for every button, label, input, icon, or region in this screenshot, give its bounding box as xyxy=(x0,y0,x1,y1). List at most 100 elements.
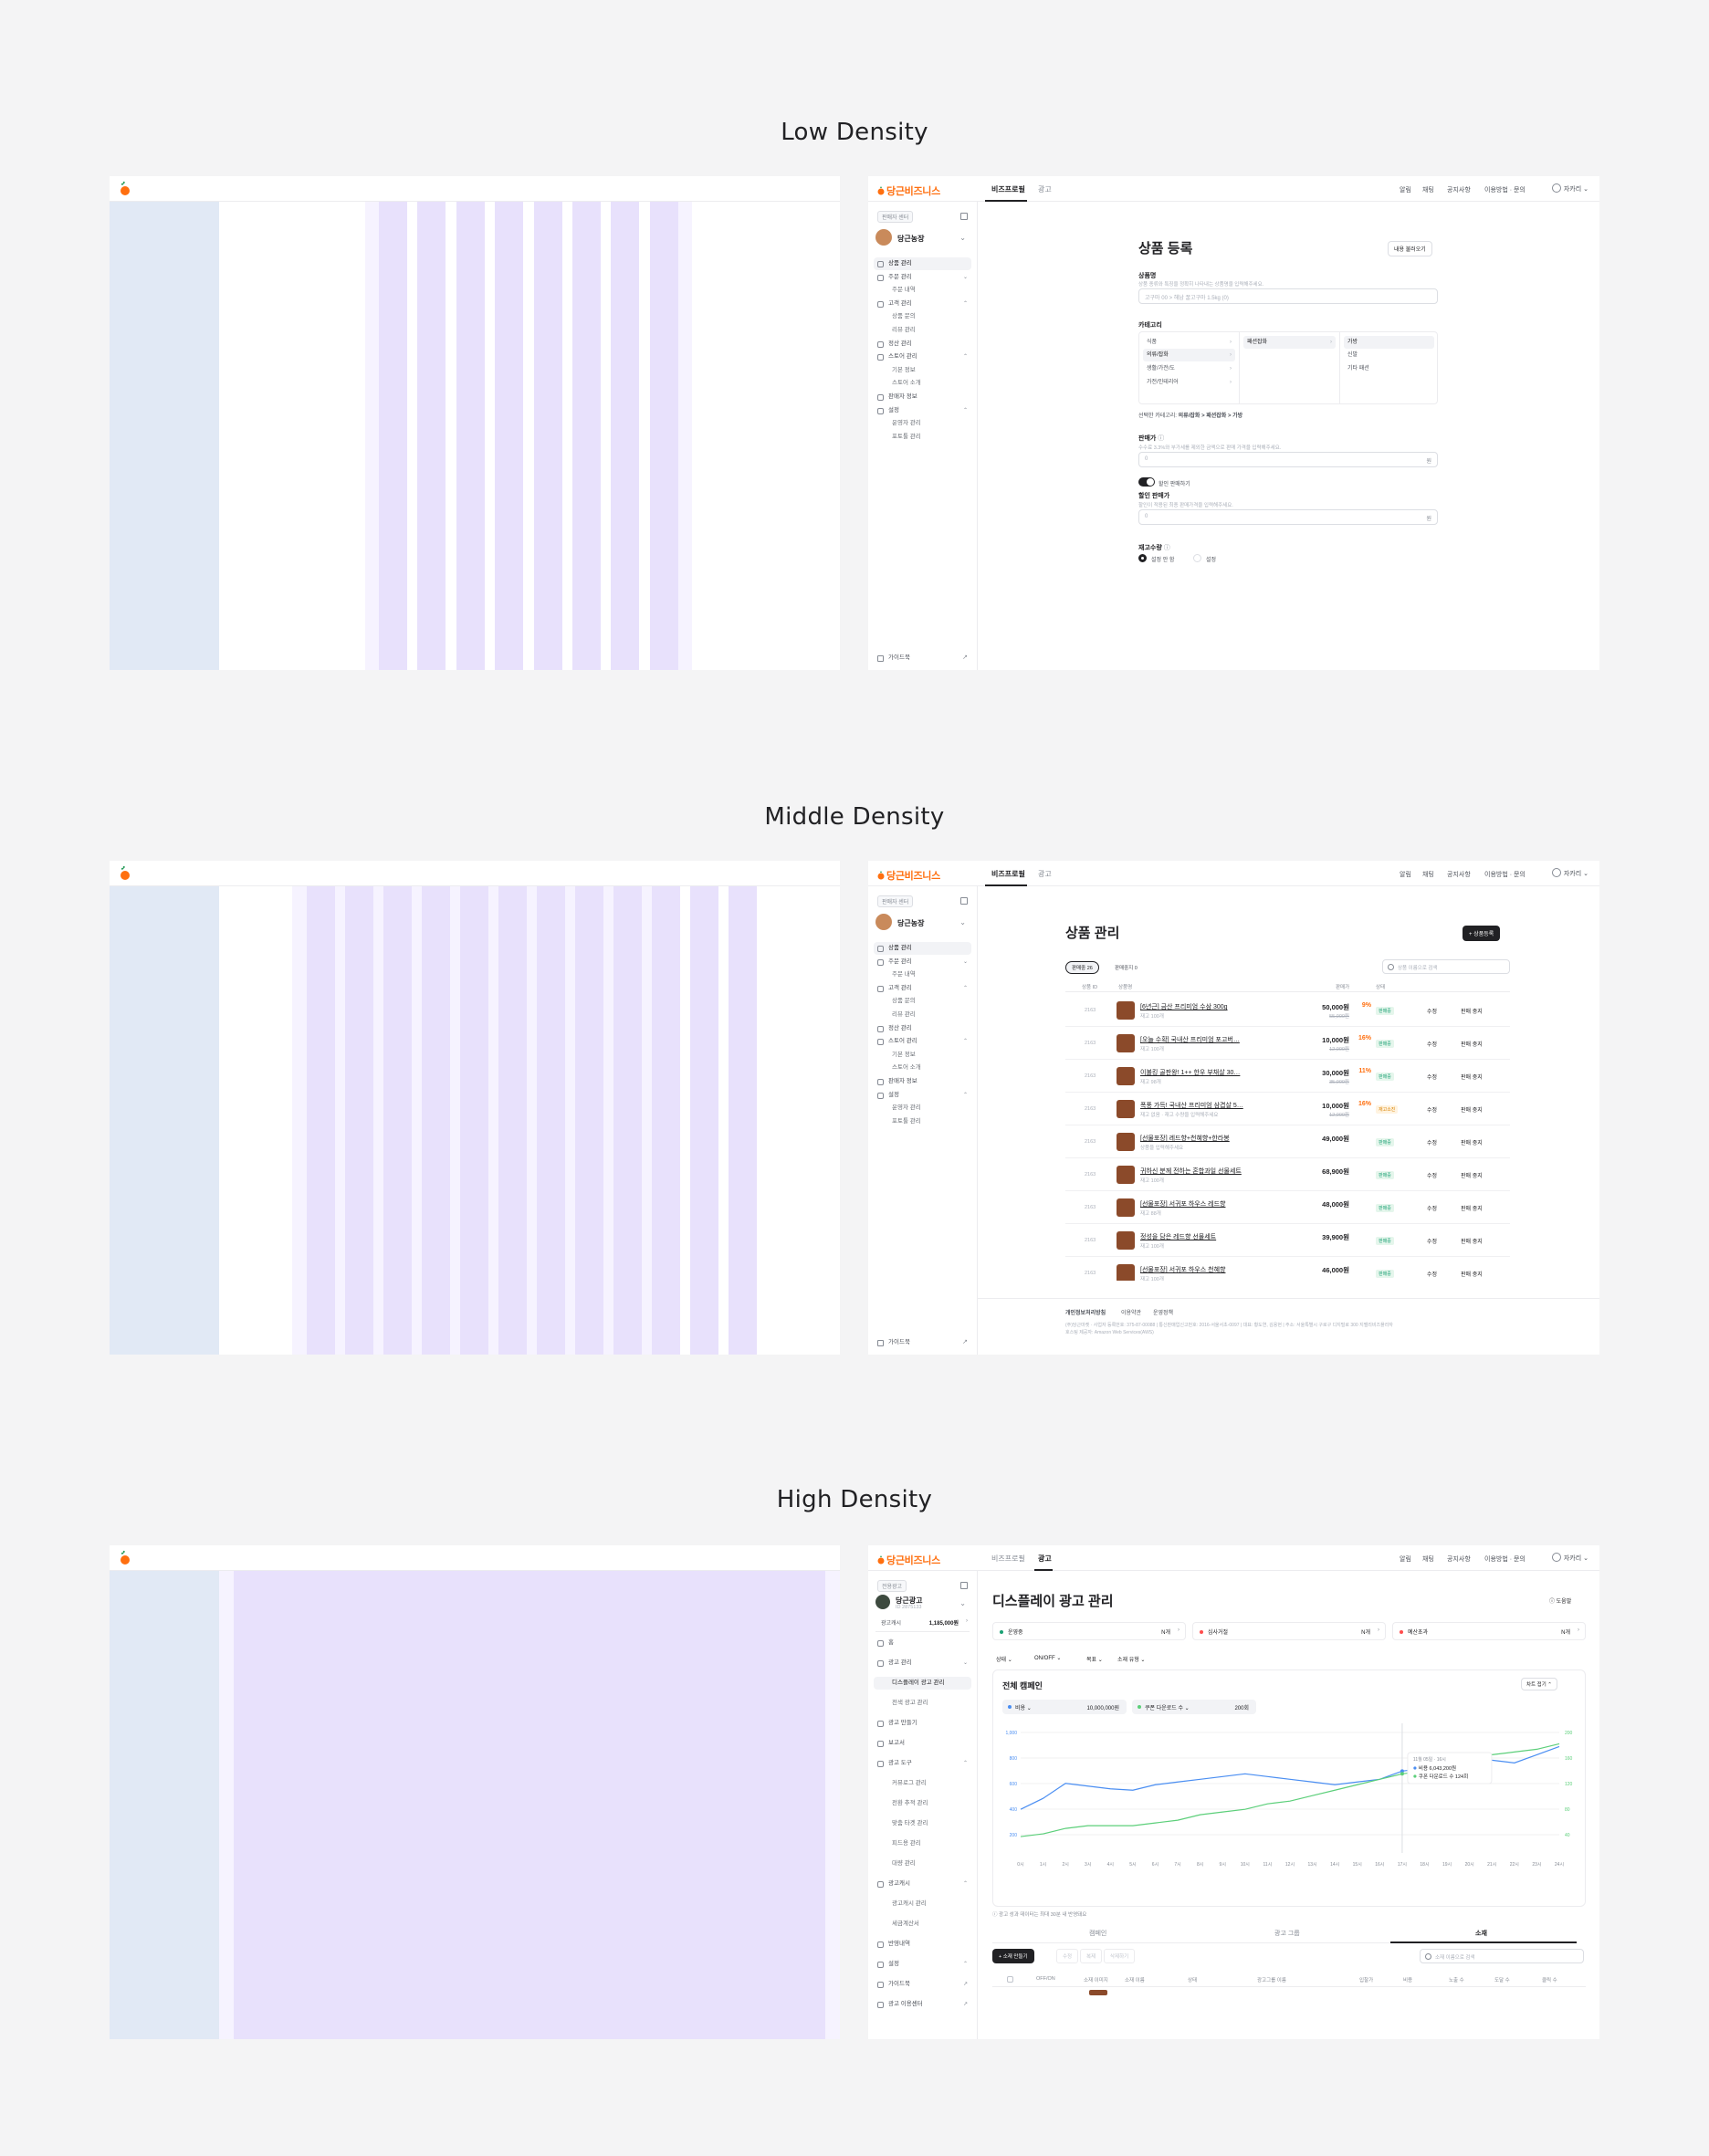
line-chart[interactable]: 1,000 200 800 160 600 120 400 80 200 40 0시 1시 2시 3시 4시… xyxy=(993,1716,1587,1908)
brand-logo[interactable]: 당근비즈니스 xyxy=(877,868,940,883)
delete-button[interactable]: 삭제하기 xyxy=(1104,1949,1136,1963)
category-item[interactable]: 기타 패션 xyxy=(1344,362,1434,375)
tab-bizprofile[interactable]: 비즈프로필 xyxy=(991,1554,1025,1564)
nav-alarm[interactable]: 알림 xyxy=(1400,870,1411,879)
sidebar-item[interactable]: 상품 관리 xyxy=(874,257,971,270)
create-creative-button[interactable]: + 소재 만들기 xyxy=(992,1949,1034,1963)
edit-button[interactable]: 수정 xyxy=(1427,1007,1437,1015)
sidebar-item[interactable]: 스토어 소개 xyxy=(874,377,971,390)
category-item[interactable]: 가방 xyxy=(1344,336,1434,349)
kpi-over-budget[interactable]: 예산초과 N개 › xyxy=(1392,1622,1586,1640)
edit-button[interactable]: 수정 xyxy=(1427,1073,1437,1081)
tab-campaign[interactable]: 캠페인 xyxy=(1089,1929,1106,1938)
sidebar-item[interactable]: 정산 관리 xyxy=(874,338,971,351)
nav-alarm[interactable]: 알림 xyxy=(1400,185,1411,194)
product-name-link[interactable]: [6년근] 금산 프리미엄 수삼 300g xyxy=(1140,1002,1228,1011)
sidebar-item[interactable]: 전색 광고 관리 xyxy=(874,1697,971,1710)
column-header[interactable]: 입찰가 xyxy=(1359,1976,1373,1983)
column-header[interactable]: 소재 이름 xyxy=(1125,1976,1145,1983)
sidebar-item[interactable]: 스토어 관리 ⌃ xyxy=(874,351,971,363)
sidebar-guide[interactable]: 가이드북 ↗ xyxy=(874,652,971,665)
help-button[interactable]: ⓘ 도움말 xyxy=(1549,1596,1571,1605)
sidebar-item[interactable]: 상품 문의 xyxy=(874,995,971,1008)
sidebar-item[interactable]: 고객 관리 ⌃ xyxy=(874,982,971,995)
nav-notice[interactable]: 공지사항 xyxy=(1447,1554,1471,1564)
sidebar-item[interactable]: 운영자 관리 xyxy=(874,417,971,430)
tab-on-sale[interactable]: 판매중 26 xyxy=(1065,961,1099,974)
ad-cash[interactable]: 광고캐시 1,185,000원 › xyxy=(881,1618,968,1627)
filter-status[interactable]: 상태 ⌄ xyxy=(996,1655,1012,1663)
sidebar-guide[interactable]: 가이드북 ↗ xyxy=(874,1336,971,1349)
product-name-link[interactable]: 귀하신 분께 전하는 혼합과일 선물세트 xyxy=(1140,1167,1242,1176)
sidebar-item[interactable]: 스토어 소개 xyxy=(874,1062,971,1074)
sidebar-item[interactable]: 스토어 관리 ⌃ xyxy=(874,1035,971,1048)
sidebar-item[interactable]: 세금계산서 xyxy=(874,1918,971,1931)
stop-sale-button[interactable]: 판매 중지 xyxy=(1461,1171,1483,1179)
category-item[interactable]: 식품 › xyxy=(1143,336,1235,349)
sidebar-item[interactable]: 설정 ⌃ xyxy=(874,1089,971,1102)
kpi-rejected[interactable]: 심사거절 N개 › xyxy=(1192,1622,1386,1640)
sidebar-collapse-icon[interactable] xyxy=(960,1582,968,1589)
nav-help[interactable]: 이용방법 · 문의 xyxy=(1484,185,1526,194)
sidebar-item[interactable]: 상품 문의 xyxy=(874,310,971,323)
nav-chat[interactable]: 채팅 xyxy=(1422,870,1434,879)
sidebar-item[interactable]: 리뷰 관리 xyxy=(874,324,971,337)
category-item[interactable]: 생활/가전/도 › xyxy=(1143,362,1235,375)
footer-link-terms[interactable]: 이용약관 xyxy=(1121,1308,1141,1316)
sidebar-item[interactable]: 디스플레이 광고 관리 xyxy=(874,1677,971,1690)
stock-radio-off[interactable] xyxy=(1138,554,1147,562)
tab-ads[interactable]: 광고 xyxy=(1038,1554,1052,1564)
edit-button[interactable]: 수정 xyxy=(1056,1949,1079,1963)
creative-search-input[interactable]: 소재 이름으로 검색 xyxy=(1420,1949,1584,1963)
chart-collapse-button[interactable]: 차트 접기 ⌃ xyxy=(1521,1678,1557,1690)
sidebar-item[interactable]: 반영내역 xyxy=(874,1938,971,1951)
sidebar-item[interactable]: 커뮤로그 관리 xyxy=(874,1777,971,1790)
sidebar-item[interactable]: 대량 관리 xyxy=(874,1858,971,1870)
sidebar-item[interactable]: 정산 관리 xyxy=(874,1022,971,1035)
tab-bizprofile[interactable]: 비즈프로필 xyxy=(991,184,1025,194)
sidebar-item[interactable]: 주문 관리 ⌄ xyxy=(874,271,971,284)
sidebar-item[interactable]: 설정 ⌃ xyxy=(874,404,971,417)
sidebar-item[interactable]: 기본 정보 xyxy=(874,364,971,377)
tab-ads[interactable]: 광고 xyxy=(1038,869,1052,879)
nav-help[interactable]: 이용방법 · 문의 xyxy=(1484,1554,1526,1564)
edit-button[interactable]: 수정 xyxy=(1427,1237,1437,1245)
stock-radio-on[interactable] xyxy=(1193,554,1201,562)
sidebar-item[interactable]: 설정 ⌃ xyxy=(874,1958,971,1971)
footer-link-policy[interactable]: 운영정책 xyxy=(1153,1308,1173,1316)
footer-link-privacy[interactable]: 개인정보처리방침 xyxy=(1065,1308,1106,1316)
nav-notice[interactable]: 공지사항 xyxy=(1447,870,1471,879)
nav-notice[interactable]: 공지사항 xyxy=(1447,185,1471,194)
user-menu[interactable]: 자카리 ⌄ xyxy=(1551,1553,1588,1563)
sidebar-item[interactable]: 보고서 xyxy=(874,1737,971,1750)
nav-chat[interactable]: 채팅 xyxy=(1422,185,1434,194)
column-header[interactable]: 도달 수 xyxy=(1494,1976,1510,1983)
sidebar-item[interactable]: 판매자 정보 xyxy=(874,391,971,403)
column-header[interactable]: 소재 이미지 xyxy=(1084,1976,1108,1983)
discount-input[interactable]: 0원 xyxy=(1138,509,1438,525)
discount-toggle[interactable] xyxy=(1138,477,1155,487)
sidebar-item[interactable]: 리뷰 관리 xyxy=(874,1009,971,1021)
metric-coupon[interactable]: 쿠폰 다운로드 수 ⌄ 200회 xyxy=(1132,1700,1256,1714)
stop-sale-button[interactable]: 판매 중지 xyxy=(1461,1105,1483,1114)
sidebar-item[interactable]: 상품 관리 xyxy=(874,942,971,955)
sidebar-item[interactable]: 피드용 관리 xyxy=(874,1837,971,1850)
tab-bizprofile[interactable]: 비즈프로필 xyxy=(991,869,1025,879)
brand-logo[interactable]: 당근비즈니스 xyxy=(877,183,940,198)
tab-adgroup[interactable]: 광고 그룹 xyxy=(1274,1929,1300,1938)
edit-button[interactable]: 수정 xyxy=(1427,1040,1437,1048)
tab-ads[interactable]: 광고 xyxy=(1038,184,1052,194)
name-input[interactable]: 고구마 00 > 해남 꿀고구마 1.5kg (0) xyxy=(1138,288,1438,304)
stop-sale-button[interactable]: 판매 중지 xyxy=(1461,1204,1483,1212)
column-header[interactable]: 상태 xyxy=(1188,1976,1197,1983)
sidebar-item[interactable]: 포토툴 관리 xyxy=(874,1115,971,1128)
column-header[interactable]: 비용 xyxy=(1403,1976,1412,1983)
sidebar-item[interactable]: 전환 추적 관리 xyxy=(874,1797,971,1810)
product-name-link[interactable]: [선물포장] 서귀포 하우스 레드향 xyxy=(1140,1199,1225,1209)
edit-button[interactable]: 수정 xyxy=(1427,1204,1437,1212)
edit-button[interactable]: 수정 xyxy=(1427,1171,1437,1179)
sidebar-item[interactable]: 기본 정보 xyxy=(874,1049,971,1062)
column-header[interactable]: 클릭 수 xyxy=(1542,1976,1557,1983)
product-name-link[interactable]: [오늘 수확] 국내산 프리미엄 포고버… xyxy=(1140,1035,1240,1044)
column-header[interactable]: 노출 수 xyxy=(1449,1976,1464,1983)
